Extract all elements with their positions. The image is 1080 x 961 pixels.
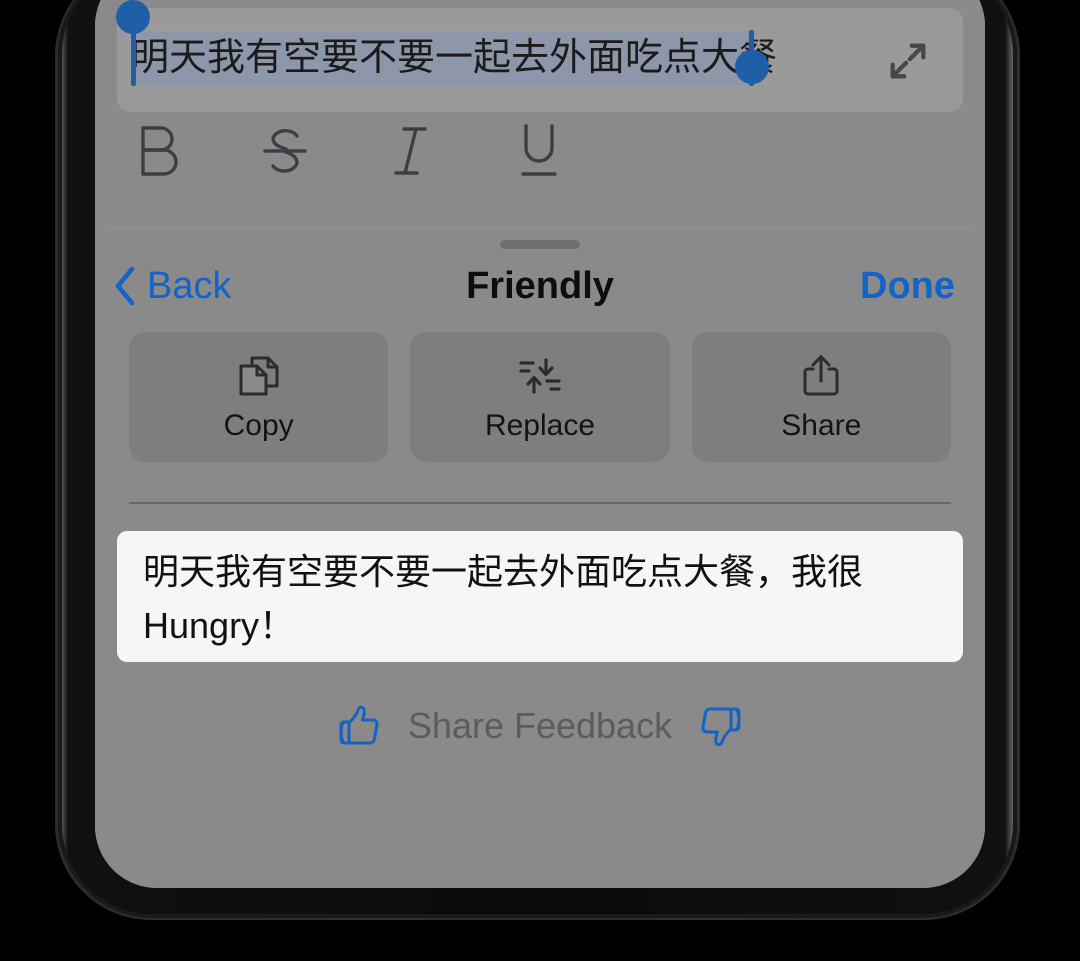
back-button[interactable]: Back: [113, 264, 231, 308]
sheet-grabber[interactable]: [500, 240, 580, 249]
done-button[interactable]: Done: [860, 262, 955, 310]
phone-screen: 明天我有空要不要一起去外面吃点大餐 Friendly Back Done Cop…: [95, 0, 985, 888]
writing-tools-sheet: Friendly Back Done Copy Replace Share 明天…: [95, 228, 985, 888]
replace-swap-icon: [519, 358, 561, 394]
divider: [129, 502, 951, 504]
selection-handle-start[interactable]: [116, 0, 150, 34]
result-text: 明天我有空要不要一起去外面吃点大餐，我很 Hungry！: [143, 551, 864, 646]
copy-label: Copy: [223, 409, 294, 442]
chevron-left-icon: [115, 266, 135, 306]
expand-diagonal-arrows-icon[interactable]: [885, 38, 931, 84]
replace-label: Replace: [484, 409, 596, 442]
bold-button[interactable]: [125, 119, 189, 183]
share-label: Share: [781, 409, 862, 442]
bold-icon: [141, 126, 178, 176]
strikethrough-button[interactable]: [253, 119, 317, 183]
format-toolbar: [95, 119, 985, 191]
thumbs-up-icon[interactable]: [334, 702, 382, 750]
copy-documents-icon: [239, 356, 279, 396]
editor-area: 明天我有空要不要一起去外面吃点大餐: [95, 0, 985, 234]
share-feedback-label[interactable]: Share Feedback: [408, 704, 672, 748]
selection-handle-start-bar[interactable]: [131, 30, 136, 86]
result-card[interactable]: 明天我有空要不要一起去外面吃点大餐，我很 Hungry！: [117, 531, 963, 662]
underline-icon: [521, 124, 557, 176]
selection-handle-end[interactable]: [735, 50, 769, 84]
replace-button[interactable]: Replace: [410, 332, 670, 462]
share-box-up-arrow-icon: [803, 355, 839, 396]
share-button[interactable]: Share: [691, 332, 951, 462]
italic-icon: [394, 127, 427, 175]
feedback-row: Share Feedback: [95, 696, 985, 756]
italic-button[interactable]: [379, 119, 443, 183]
sheet-nav-bar: Friendly Back Done: [95, 262, 985, 328]
strikethrough-icon: [263, 128, 307, 173]
thumbs-down-icon[interactable]: [698, 702, 746, 750]
back-label: Back: [147, 265, 232, 307]
action-buttons-row: Copy Replace Share: [129, 332, 951, 462]
copy-button[interactable]: Copy: [129, 332, 389, 462]
underline-button[interactable]: [507, 119, 571, 183]
selected-text: 明天我有空要不要一起去外面吃点大餐: [131, 37, 778, 79]
